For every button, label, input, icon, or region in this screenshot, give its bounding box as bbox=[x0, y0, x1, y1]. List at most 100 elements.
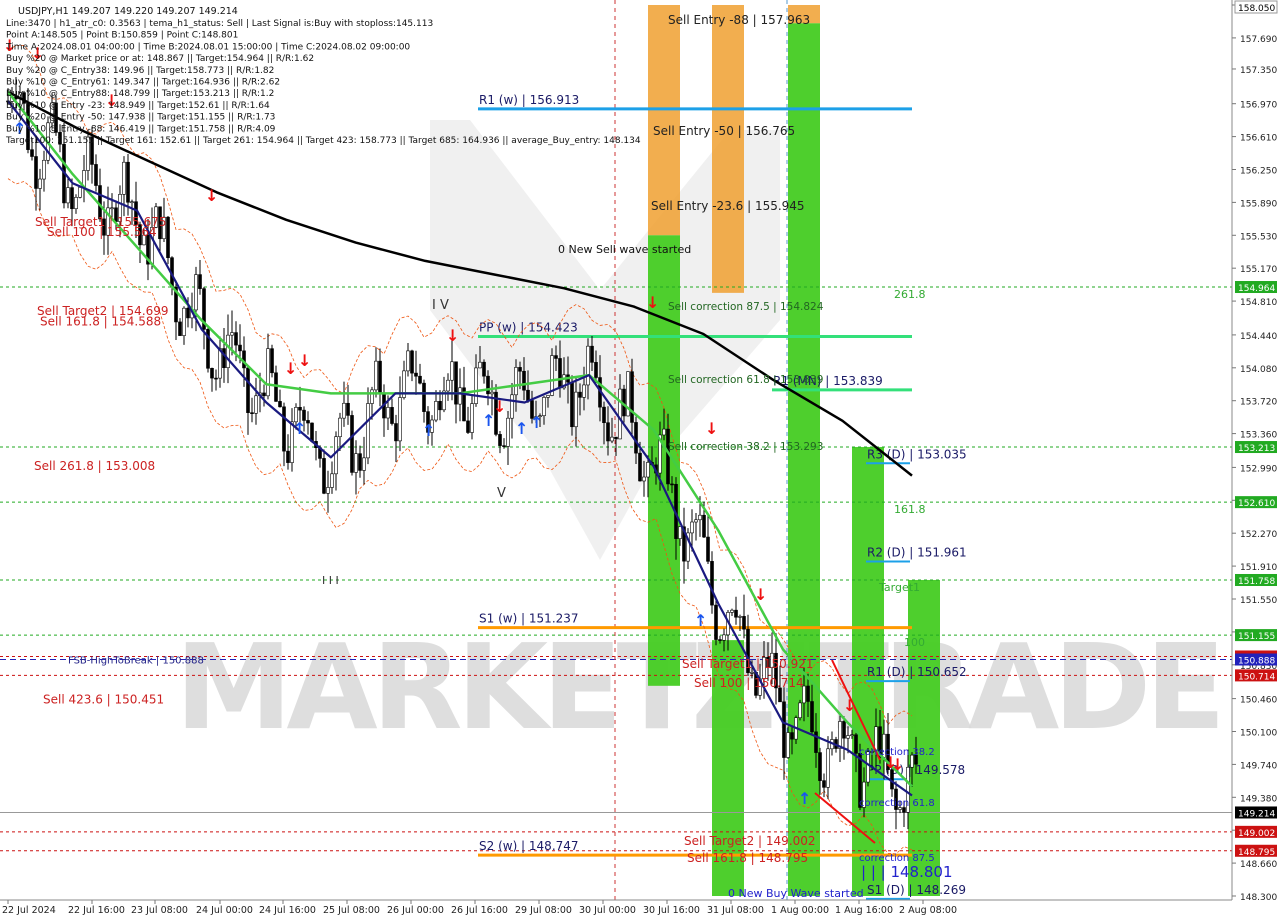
left-label-1: Sell 100 | 155.564 bbox=[47, 225, 157, 239]
candle-body bbox=[666, 428, 670, 485]
price-tick-label: 150.460 bbox=[1240, 696, 1277, 706]
candle-body bbox=[846, 735, 850, 739]
price-tag-label: 158.050 bbox=[1238, 4, 1275, 14]
price-tick-label: 155.170 bbox=[1240, 265, 1277, 275]
candle-body bbox=[322, 458, 326, 494]
annotation-13: Sell Target2 | 149.002 bbox=[684, 834, 816, 848]
price-tick-label: 151.550 bbox=[1240, 596, 1277, 606]
price-tick-label: 152.990 bbox=[1240, 464, 1277, 474]
annotation-6: Sell correction 38.2 | 153.293 bbox=[668, 441, 823, 453]
zone-buy_target-5 bbox=[788, 23, 820, 897]
left-label-3: Sell 161.8 | 154.588 bbox=[40, 314, 161, 328]
annotation-7: 261.8 bbox=[894, 288, 926, 301]
info-line-5: Buy %10 @ C_Entry61: 149.347 || Target:1… bbox=[6, 78, 280, 88]
annotation-15: correction 38.2 bbox=[859, 747, 935, 758]
buy-arrow-icon: ↑ bbox=[798, 789, 811, 808]
candle-body bbox=[490, 391, 494, 395]
price-tick-label: 148.660 bbox=[1240, 860, 1277, 870]
price-tag: 158.050 bbox=[1234, 0, 1278, 14]
info-line-7: Buy %10 @ Entry -23: 148.949 || Target:1… bbox=[6, 101, 270, 111]
candle-body bbox=[262, 392, 266, 397]
candle-body bbox=[642, 476, 646, 482]
price-tag: 149.214 bbox=[1235, 806, 1277, 819]
candle-body bbox=[182, 307, 186, 336]
annotation-14: Sell 161.8 | 148.795 bbox=[687, 851, 808, 865]
candle-body bbox=[506, 417, 510, 447]
annotation-16: correction 61.8 bbox=[859, 798, 935, 809]
candle-body bbox=[578, 391, 582, 398]
candle-body bbox=[350, 415, 354, 473]
candle-body bbox=[246, 367, 250, 413]
annotation-9: Target1 bbox=[878, 581, 920, 594]
candle-body bbox=[450, 361, 454, 381]
price-tick-label: 148.300 bbox=[1240, 893, 1277, 903]
candle-body bbox=[558, 358, 562, 389]
price-chart[interactable]: MARKETZITRADE R1 (w) | 156.913PP (w) | 1… bbox=[0, 0, 1280, 920]
candle-body bbox=[586, 345, 590, 386]
price-tag-label: 152.610 bbox=[1238, 499, 1275, 509]
buy-arrow-icon: ↑ bbox=[694, 611, 707, 630]
candle-body bbox=[498, 434, 502, 446]
candle-body bbox=[446, 379, 450, 392]
time-tick-label: 22 Jul 16:00 bbox=[68, 905, 125, 916]
candle-body bbox=[466, 420, 470, 433]
time-tick-label: 25 Jul 08:00 bbox=[323, 905, 380, 916]
time-tick-label: 23 Jul 08:00 bbox=[131, 905, 188, 916]
time-tick-label: 22 Jul 2024 bbox=[2, 905, 56, 916]
candle-body bbox=[354, 453, 358, 473]
time-tick-label: 1 Aug 16:00 bbox=[835, 905, 893, 916]
candle-body bbox=[366, 403, 370, 459]
price-tag: 150.714 bbox=[1235, 669, 1277, 682]
info-line-4: Buy %20 @ C_Entry38: 149.96 || Target:15… bbox=[6, 66, 274, 76]
candle-body bbox=[334, 436, 338, 475]
candle-body bbox=[210, 367, 214, 379]
candle-body bbox=[546, 395, 550, 398]
left-label-5: FSB-HighToBreak | 150.888 bbox=[68, 655, 204, 666]
annotation-1: Sell Entry -50 | 156.765 bbox=[653, 124, 795, 138]
candle-body bbox=[478, 361, 482, 369]
price-tag-label: 154.964 bbox=[1238, 284, 1275, 294]
candle-body bbox=[330, 473, 334, 488]
price-tick-label: 156.970 bbox=[1240, 101, 1277, 111]
candle-body bbox=[510, 394, 514, 419]
price-tick-label: 153.720 bbox=[1240, 398, 1277, 408]
candle-body bbox=[274, 372, 278, 402]
annotation-5: Sell correction 61.8 | 153.839 bbox=[668, 374, 823, 386]
candle-body bbox=[690, 521, 694, 534]
candle-body bbox=[122, 161, 126, 195]
price-tag: 152.610 bbox=[1235, 496, 1277, 509]
candle-body bbox=[362, 457, 366, 471]
candle-body bbox=[782, 701, 786, 758]
candle-body bbox=[66, 187, 70, 204]
price-tag-label: 151.758 bbox=[1238, 577, 1275, 587]
candle-body bbox=[226, 334, 230, 368]
candle-body bbox=[286, 450, 290, 463]
candle-body bbox=[194, 274, 198, 311]
candle-body bbox=[422, 382, 426, 412]
candle-body bbox=[454, 361, 458, 405]
info-line-0: Line:3470 | h1_atr_c0: 0.3563 | tema_h1_… bbox=[6, 19, 433, 29]
candle-body bbox=[434, 401, 438, 421]
candle-body bbox=[582, 384, 586, 398]
candle-body bbox=[678, 526, 682, 539]
sell-arrow-icon: ↓ bbox=[843, 696, 856, 715]
level-label-6: R2 (D) | 151.961 bbox=[867, 545, 967, 559]
candle-body bbox=[438, 401, 442, 411]
candle-body bbox=[714, 604, 718, 640]
price-tick-label: 156.250 bbox=[1240, 166, 1277, 176]
zone-sell_entry-1 bbox=[712, 5, 744, 293]
annotation-10: 100 bbox=[904, 636, 925, 649]
candle-body bbox=[738, 616, 742, 618]
price-tag-label: 150.888 bbox=[1238, 656, 1275, 666]
candle-body bbox=[378, 360, 382, 394]
info-line-6: Buy %10 @ C_Entry88: 148.799 || Target:1… bbox=[6, 89, 274, 99]
candle-body bbox=[418, 375, 422, 384]
candle-body bbox=[394, 423, 398, 442]
candle-body bbox=[326, 487, 330, 494]
candle-body bbox=[166, 216, 170, 258]
time-tick-label: 26 Jul 00:00 bbox=[387, 905, 444, 916]
info-line-2: Time A:2024.08.01 04:00:00 | Time B:2024… bbox=[5, 42, 410, 52]
candle-body bbox=[470, 403, 474, 433]
candle-body bbox=[374, 360, 378, 391]
candle-body bbox=[70, 187, 74, 210]
